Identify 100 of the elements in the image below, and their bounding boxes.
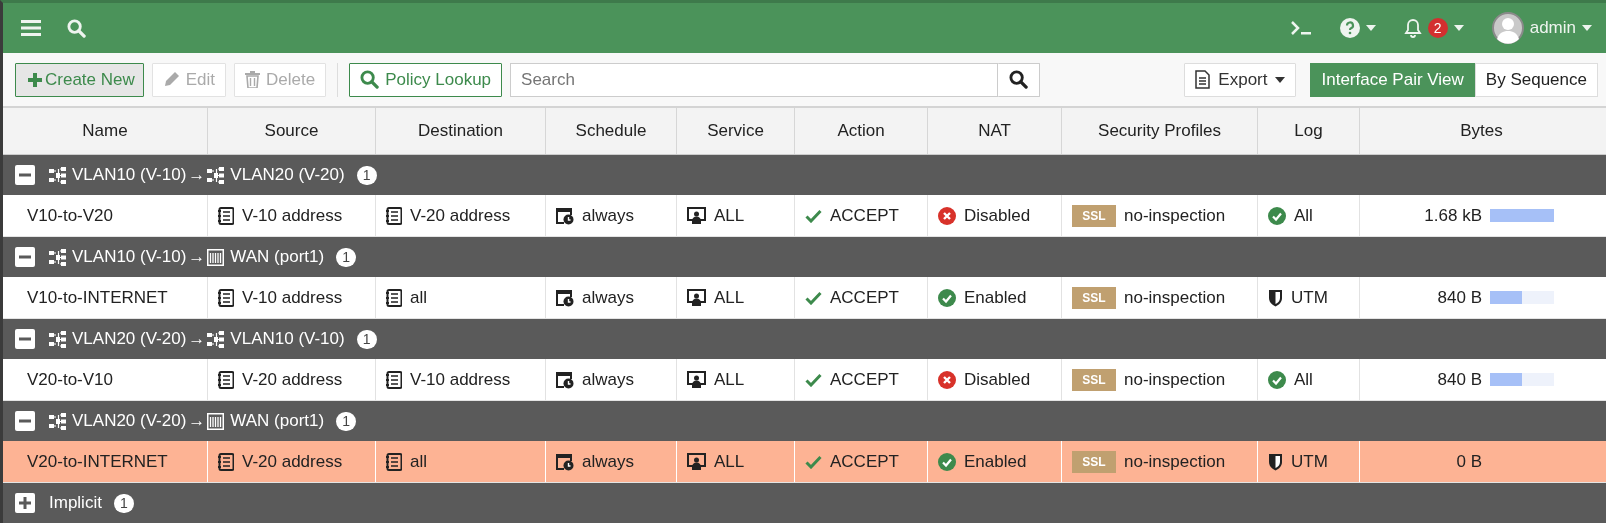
pencil-icon (162, 71, 180, 88)
notification-badge: 2 (1427, 18, 1448, 38)
address-icon (386, 206, 402, 225)
interface-label: VLAN10 (V-10) (72, 165, 187, 185)
policy-name: V10-to-INTERNET (27, 287, 168, 308)
network-icon (49, 412, 66, 430)
policy-row[interactable]: V20-to-INTERNET V-20 address all always ALL ACCEPT Enabled SSL no-inspection UTM 0 B (3, 441, 1606, 483)
source-address: V-20 address (242, 451, 343, 472)
column-header[interactable]: Service (707, 121, 764, 141)
column-header[interactable]: Action (837, 121, 885, 141)
collapse-toggle[interactable] (15, 165, 35, 185)
arrow-text: → (188, 165, 206, 185)
network-icon (207, 166, 225, 184)
caret-icon (1453, 25, 1464, 31)
check-icon (805, 208, 822, 223)
address-icon (386, 370, 402, 389)
source-address: V-10 address (242, 205, 343, 226)
arrow-text: → (188, 247, 206, 267)
monitor-icon (687, 288, 706, 307)
source-address: V-20 address (242, 369, 343, 390)
nat-status: Disabled (964, 205, 1031, 226)
policy-row[interactable]: V10-to-INTERNET V-10 address all always ALL ACCEPT Enabled SSL no-inspection UTM 840 B (3, 277, 1606, 319)
expand-toggle[interactable] (15, 493, 35, 513)
collapse-toggle[interactable] (15, 247, 35, 267)
policy-row[interactable]: V10-to-V20 V-10 address V-20 address always ALL ACCEPT Disabled SSL no-inspection All 1.68 kB (3, 195, 1606, 237)
log-setting: UTM (1291, 451, 1328, 472)
interface-label: WAN (port1) (230, 411, 325, 431)
destination-address: all (410, 451, 427, 472)
bytes-value: 0 B (1455, 451, 1482, 472)
ssl-tag: SSL (1072, 368, 1116, 391)
action-text: ACCEPT (830, 451, 899, 472)
collapse-toggle[interactable] (15, 411, 35, 431)
column-header[interactable]: Log (1294, 121, 1323, 141)
bell-icon[interactable] (1403, 18, 1422, 38)
schedule-icon (556, 370, 574, 389)
interface-label: VLAN20 (V-20) (72, 411, 187, 431)
plus-icon (28, 72, 42, 87)
security-profile: no-inspection (1124, 205, 1226, 226)
network-icon (207, 330, 225, 348)
column-header[interactable]: Security Profiles (1098, 121, 1221, 141)
count-badge: 1 (356, 329, 377, 349)
interface-label: WAN (port1) (230, 247, 325, 267)
collapse-toggle[interactable] (15, 329, 35, 349)
interface-label: VLAN20 (V-20) (230, 165, 345, 185)
caret-icon (1275, 76, 1286, 83)
menu-icon[interactable] (21, 19, 41, 37)
interface-label: VLAN20 (V-20) (72, 329, 187, 349)
schedule-icon (556, 452, 574, 471)
action-text: ACCEPT (830, 287, 899, 308)
log-setting: All (1294, 369, 1313, 390)
schedule-icon (556, 288, 574, 307)
ssl-tag: SSL (1072, 450, 1116, 473)
search-button[interactable] (998, 62, 1041, 97)
address-icon (218, 288, 234, 307)
search-icon (360, 70, 380, 89)
security-profile: no-inspection (1124, 451, 1226, 472)
column-header[interactable]: Source (264, 121, 319, 141)
arrow-text: → (188, 329, 206, 349)
address-icon (386, 288, 402, 307)
destination-address: V-20 address (410, 205, 511, 226)
ssl-tag: SSL (1072, 286, 1116, 309)
service-name: ALL (714, 205, 745, 226)
check-icon (805, 290, 822, 305)
create-button[interactable]: Create New (15, 62, 144, 97)
avatar-icon[interactable] (1491, 12, 1524, 44)
policy-row[interactable]: V20-to-V10 V-20 address V-10 address always ALL ACCEPT Disabled SSL no-inspection All 840 B (3, 359, 1606, 401)
search-field[interactable]: Search (510, 62, 999, 97)
group-label: Implicit (49, 493, 102, 513)
column-header[interactable]: NAT (978, 121, 1011, 141)
lookup-button[interactable]: Policy Lookup (349, 62, 503, 97)
column-header[interactable]: Name (82, 121, 128, 141)
port-icon (207, 248, 225, 266)
check-icon (805, 372, 822, 387)
column-header[interactable]: Schedule (575, 121, 647, 141)
help-icon[interactable] (1339, 18, 1360, 38)
column-header[interactable]: Bytes (1460, 121, 1503, 141)
trash-icon (245, 71, 261, 88)
nat-status: Enabled (964, 287, 1027, 308)
action-text: ACCEPT (830, 205, 899, 226)
export-button[interactable]: Export (1184, 62, 1297, 97)
search-icon (1009, 70, 1029, 89)
column-header[interactable]: Destination (417, 121, 504, 141)
ssl-tag: SSL (1072, 204, 1116, 227)
view-toggle[interactable]: Interface Pair View (1310, 62, 1475, 97)
count-badge: 1 (113, 493, 134, 513)
schedule-name: always (582, 205, 634, 226)
view-toggle[interactable]: By Sequence (1474, 62, 1598, 97)
service-name: ALL (714, 287, 745, 308)
bytes-value: 840 B (1436, 369, 1482, 390)
schedule-name: always (582, 287, 634, 308)
arrow-text: → (188, 411, 206, 431)
action-text: ACCEPT (830, 369, 899, 390)
caret-icon (1365, 25, 1376, 31)
count-badge: 1 (336, 411, 357, 431)
search-icon[interactable] (67, 18, 86, 38)
bytes-value: 1.68 kB (1423, 205, 1482, 226)
monitor-icon (687, 206, 706, 225)
log-setting: UTM (1291, 287, 1328, 308)
network-icon (49, 166, 66, 184)
terminal-icon[interactable] (1289, 20, 1312, 36)
